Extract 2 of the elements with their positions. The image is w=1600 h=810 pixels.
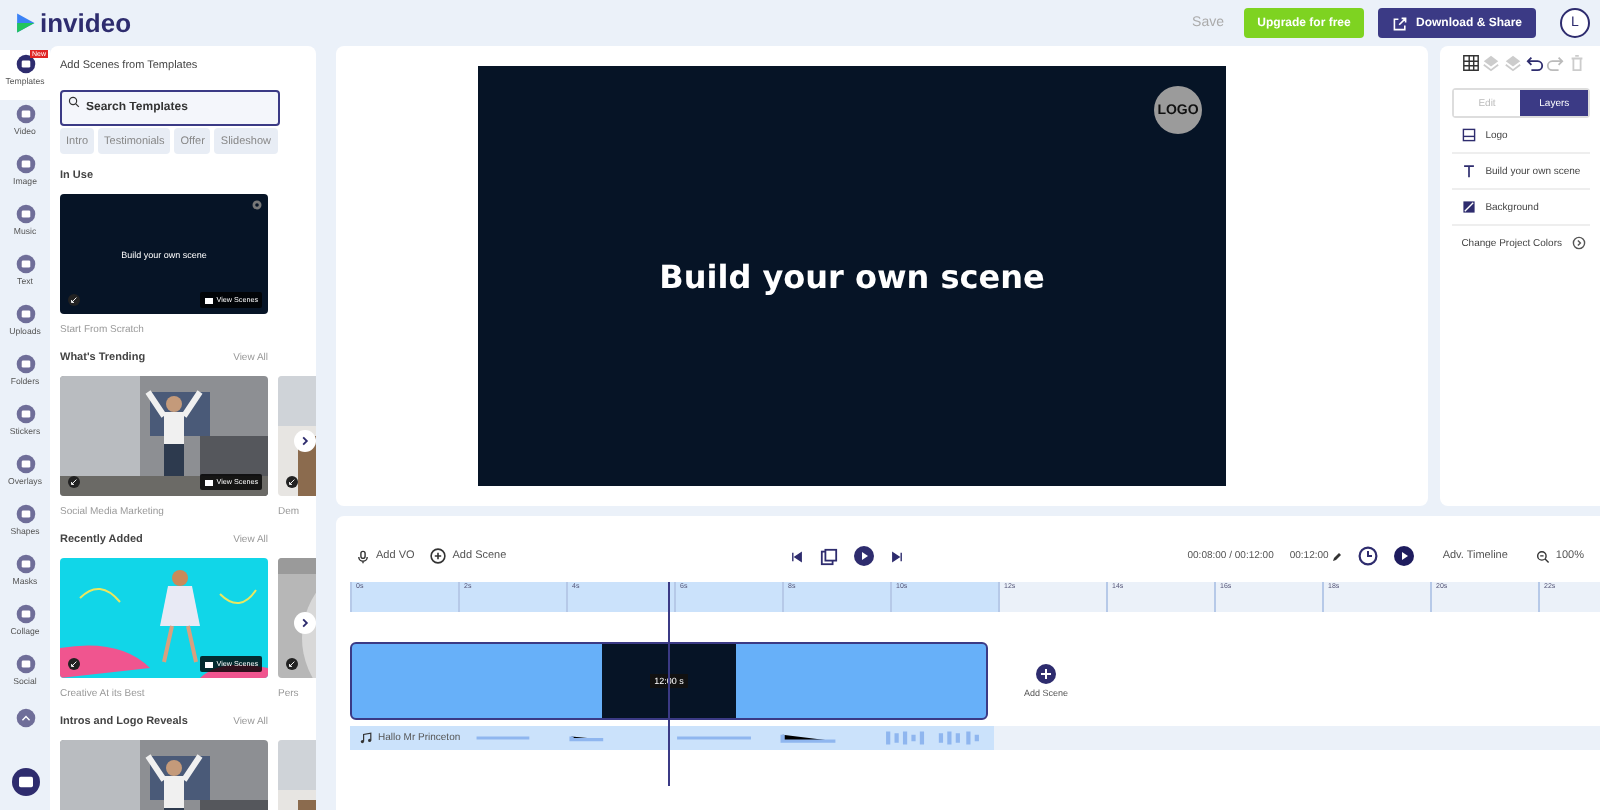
brand-name: invideo	[40, 8, 132, 38]
scene-title[interactable]: Build your own scene	[659, 257, 1045, 295]
